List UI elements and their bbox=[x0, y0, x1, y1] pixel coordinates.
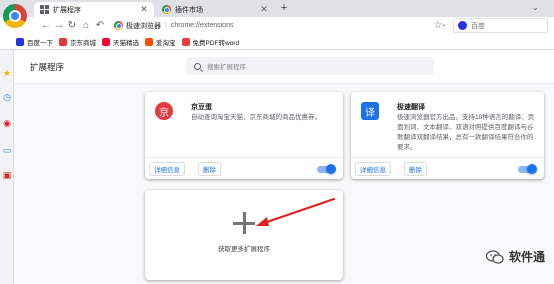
search-placeholder: 搜索扩展程序 bbox=[207, 64, 246, 71]
enable-toggle[interactable] bbox=[317, 164, 336, 174]
bookmark-label: 爱淘宝 bbox=[156, 39, 176, 47]
remove-button[interactable]: 删除 bbox=[404, 162, 427, 176]
card-footer: 详细信息 删除 bbox=[351, 157, 544, 179]
bookmark-label: 京东商城 bbox=[70, 39, 96, 47]
star-icon[interactable]: ☆ bbox=[432, 17, 444, 34]
details-button[interactable]: 详细信息 bbox=[355, 162, 391, 176]
extension-description: 自动查询淘宝天猫、京东商城的商品优惠券。 bbox=[191, 114, 321, 121]
wechat-icon bbox=[486, 249, 504, 264]
extension-card-jingdoudan: 京 京豆蛋 自动查询淘宝天猫、京东商城的商品优惠券。 详细信息 删除 bbox=[145, 92, 343, 179]
browser-sidebar: ★ ◷ ◉ ▭ ▣ bbox=[0, 50, 14, 284]
weibo-icon[interactable]: ◉ bbox=[2, 118, 12, 128]
page-title: 扩展程序 bbox=[30, 62, 65, 72]
tab-extensions[interactable]: 扩展程序 ✕ bbox=[34, 2, 154, 17]
omnibox-browser-name: 极速浏览器 bbox=[126, 22, 161, 30]
get-more-extensions-label: 获取更多扩展程序 bbox=[218, 246, 270, 253]
remove-button[interactable]: 删除 bbox=[198, 162, 221, 176]
chrome-icon bbox=[162, 5, 171, 14]
bookmark-label: 百度一下 bbox=[27, 39, 53, 47]
omnibox-url: chrome://extensions bbox=[170, 22, 234, 29]
browser-logo bbox=[3, 4, 27, 28]
bookmark-pdf-to-word[interactable]: 免费PDF转word bbox=[181, 37, 240, 47]
card-footer: 详细信息 删除 bbox=[145, 157, 343, 179]
logo-glyph: 译 bbox=[365, 107, 375, 119]
reload-icon[interactable]: ↻ bbox=[66, 17, 78, 34]
extension-name: 京豆蛋 bbox=[191, 104, 212, 111]
extensions-grid-icon bbox=[40, 5, 49, 14]
baidu-icon bbox=[458, 21, 467, 30]
pdf-icon bbox=[181, 37, 190, 46]
bookmark-baidu[interactable]: 百度一下 bbox=[16, 37, 53, 47]
watermark: 软件通 bbox=[486, 248, 545, 265]
tab-title: 插件市场 bbox=[175, 6, 203, 14]
page-header: 扩展程序 搜索扩展程序 bbox=[14, 50, 554, 84]
omnibox-separator: | bbox=[165, 22, 167, 29]
office-icon[interactable]: ▣ bbox=[2, 170, 12, 180]
extension-name: 极速翻译 bbox=[397, 104, 425, 111]
bookmark-aitaobao[interactable]: 爱淘宝 bbox=[145, 37, 176, 47]
annotation-arrow-icon bbox=[256, 197, 336, 226]
search-engine-box[interactable]: 百度 bbox=[453, 18, 548, 33]
tablet-icon[interactable]: ▭ bbox=[2, 145, 12, 155]
window-controls-icon[interactable]: ⌄ bbox=[532, 3, 539, 12]
bookmark-tmall[interactable]: 天猫精选 bbox=[102, 37, 139, 47]
tmall-icon bbox=[102, 37, 110, 46]
new-tab-button[interactable]: + bbox=[278, 2, 290, 14]
bookmark-jd[interactable]: 京东商城 bbox=[59, 37, 96, 47]
watermark-text: 软件通 bbox=[509, 250, 546, 264]
search-engine-label: 百度 bbox=[471, 22, 485, 30]
address-bar[interactable]: 极速浏览器 | chrome://extensions ⌄ bbox=[114, 19, 447, 32]
tab-title: 扩展程序 bbox=[53, 6, 81, 14]
extension-description: 极速浏览器官方出品。支持18种语言的翻译、页面划词、文本翻译、双语对照提供百度翻… bbox=[397, 114, 535, 151]
logo-glyph: 京 bbox=[159, 107, 169, 119]
bookmarks-bar: 百度一下 京东商城 天猫精选 爱淘宝 免费PDF转word bbox=[0, 34, 554, 50]
tab-strip: 扩展程序 ✕ 插件市场 ✕ + ⌄ bbox=[0, 0, 554, 17]
search-icon bbox=[194, 62, 201, 70]
close-icon[interactable]: ✕ bbox=[258, 4, 270, 15]
jd-logo-icon: 京 bbox=[155, 102, 173, 120]
translate-logo-icon: 译 bbox=[361, 102, 379, 120]
search-extensions-input[interactable]: 搜索扩展程序 bbox=[186, 57, 434, 75]
extension-card-jisu-translate: 译 极速翻译 极速浏览器官方出品。支持18种语言的翻译、页面划词、文本翻译、双语… bbox=[351, 92, 544, 179]
baidu-icon bbox=[16, 37, 24, 46]
undo-icon[interactable]: ↶ bbox=[94, 17, 106, 34]
jd-icon bbox=[59, 37, 67, 46]
taobao-icon bbox=[145, 37, 153, 46]
bookmark-label: 天猫精选 bbox=[113, 39, 139, 47]
forward-icon[interactable]: → bbox=[53, 17, 65, 34]
chrome-icon bbox=[114, 21, 123, 30]
extensions-page: 扩展程序 搜索扩展程序 京 京豆蛋 自动查询淘宝天猫、京东商城的商品优惠券。 详… bbox=[14, 50, 554, 284]
toolbar: ← → ↻ ⌂ ↶ 极速浏览器 | chrome://extensions ⌄ … bbox=[0, 17, 554, 34]
enable-toggle[interactable] bbox=[518, 164, 537, 174]
history-icon[interactable]: ◷ bbox=[2, 92, 12, 102]
home-icon[interactable]: ⌂ bbox=[80, 17, 92, 34]
favorites-star-icon[interactable]: ★ bbox=[2, 68, 12, 78]
bookmark-label: 免费PDF转word bbox=[192, 39, 240, 47]
details-button[interactable]: 详细信息 bbox=[149, 162, 185, 176]
close-icon[interactable]: ✕ bbox=[138, 4, 150, 15]
back-icon[interactable]: ← bbox=[40, 17, 52, 34]
tab-plugin-market[interactable]: 插件市场 ✕ bbox=[156, 2, 274, 17]
